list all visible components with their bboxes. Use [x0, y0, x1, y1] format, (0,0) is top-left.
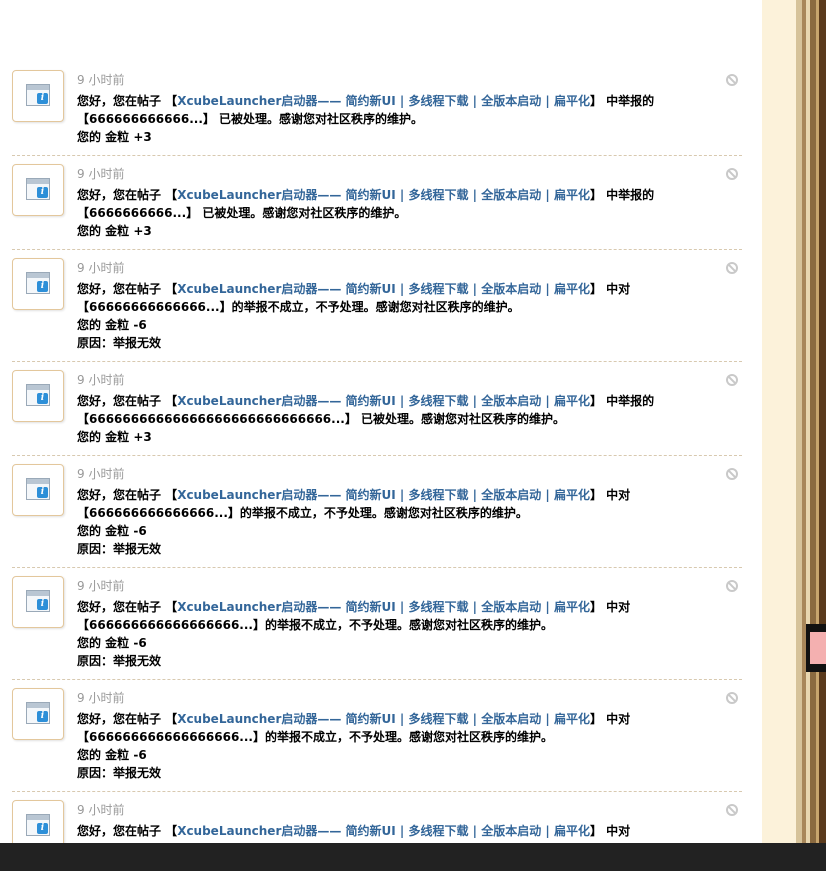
notice-suffix: 】 中对 — [589, 488, 631, 502]
notice-suffix: 】 中举报的 — [589, 94, 655, 108]
system-notice-icon: i — [12, 688, 64, 740]
notice-prefix: 您好，您在帖子 【 — [77, 188, 178, 202]
notice-content: 您好，您在帖子 【XcubeLauncher启动器—— 简约新UI | 多线程下… — [77, 186, 687, 240]
notice-time: 9 小时前 — [77, 261, 125, 275]
notice-item: i 9 小时前您好，您在帖子 【XcubeLauncher启动器—— 简约新UI … — [12, 362, 742, 456]
notice-item: i 9 小时前您好，您在帖子 【XcubeLauncher启动器—— 简约新UI … — [12, 680, 742, 792]
notice-line: 【6666666666...】 已被处理。感谢您对社区秩序的维护。 — [77, 206, 407, 220]
notice-suffix: 】 中对 — [589, 712, 631, 726]
notice-line: 您的 金粒 -6 — [77, 524, 147, 538]
system-notice-icon: i — [12, 164, 64, 216]
notice-suffix: 】 中举报的 — [589, 394, 655, 408]
delete-notice-icon[interactable] — [726, 374, 738, 386]
delete-notice-icon[interactable] — [726, 580, 738, 592]
thread-link[interactable]: XcubeLauncher启动器—— 简约新UI | 多线程下载 | 全版本启动… — [177, 824, 590, 838]
notice-line: 【666666666666666666...】的举报不成立，不予处理。感谢您对社… — [77, 730, 553, 744]
system-notice-icon: i — [12, 576, 64, 628]
notice-suffix: 】 中举报的 — [589, 188, 655, 202]
notice-prefix: 您好，您在帖子 【 — [77, 712, 178, 726]
delete-notice-icon[interactable] — [726, 262, 738, 274]
side-floating-widget[interactable] — [806, 624, 826, 672]
notice-line: 原因：举报无效 — [77, 766, 162, 780]
notice-content: 您好，您在帖子 【XcubeLauncher启动器—— 简约新UI | 多线程下… — [77, 598, 687, 670]
notice-time: 9 小时前 — [77, 73, 125, 87]
notice-line: 您好，您在帖子 【XcubeLauncher启动器—— 简约新UI | 多线程下… — [77, 710, 687, 728]
thread-link[interactable]: XcubeLauncher启动器—— 简约新UI | 多线程下载 | 全版本启动… — [177, 712, 590, 726]
notice-line: 您好，您在帖子 【XcubeLauncher启动器—— 简约新UI | 多线程下… — [77, 486, 687, 504]
notice-line: 您好，您在帖子 【XcubeLauncher启动器—— 简约新UI | 多线程下… — [77, 186, 687, 204]
thread-link[interactable]: XcubeLauncher启动器—— 简约新UI | 多线程下载 | 全版本启动… — [177, 94, 590, 108]
system-notice-icon: i — [12, 258, 64, 310]
thread-link[interactable]: XcubeLauncher启动器—— 简约新UI | 多线程下载 | 全版本启动… — [177, 282, 590, 296]
page-border-decoration — [796, 0, 826, 843]
thread-link[interactable]: XcubeLauncher启动器—— 简约新UI | 多线程下载 | 全版本启动… — [177, 488, 590, 502]
notice-prefix: 您好，您在帖子 【 — [77, 394, 178, 408]
notice-suffix: 】 中对 — [589, 600, 631, 614]
notice-line: 您好，您在帖子 【XcubeLauncher启动器—— 简约新UI | 多线程下… — [77, 280, 687, 298]
notice-content: 您好，您在帖子 【XcubeLauncher启动器—— 简约新UI | 多线程下… — [77, 710, 687, 782]
notice-item: i 9 小时前您好，您在帖子 【XcubeLauncher启动器—— 简约新UI … — [12, 456, 742, 568]
notice-suffix: 】 中对 — [589, 824, 631, 838]
notice-line: 【666666666666...】 已被处理。感谢您对社区秩序的维护。 — [77, 112, 424, 126]
notice-prefix: 您好，您在帖子 【 — [77, 824, 178, 838]
notice-time: 9 小时前 — [77, 803, 125, 817]
notice-item: i 9 小时前您好，您在帖子 【XcubeLauncher启动器—— 简约新UI … — [12, 250, 742, 362]
notice-time: 9 小时前 — [77, 467, 125, 481]
notice-time: 9 小时前 — [77, 691, 125, 705]
notice-line: 原因：举报无效 — [77, 542, 162, 556]
notice-line: 您的 金粒 -6 — [77, 748, 147, 762]
notice-line: 您的 金粒 +3 — [77, 130, 152, 144]
notice-content: 您好，您在帖子 【XcubeLauncher启动器—— 简约新UI | 多线程下… — [77, 392, 687, 446]
notice-line: 原因：举报无效 — [77, 336, 162, 350]
thread-link[interactable]: XcubeLauncher启动器—— 简约新UI | 多线程下载 | 全版本启动… — [177, 600, 590, 614]
notice-content: 您好，您在帖子 【XcubeLauncher启动器—— 简约新UI | 多线程下… — [77, 822, 687, 840]
notice-content: 您好，您在帖子 【XcubeLauncher启动器—— 简约新UI | 多线程下… — [77, 92, 687, 146]
notice-line: 您好，您在帖子 【XcubeLauncher启动器—— 简约新UI | 多线程下… — [77, 822, 687, 840]
notice-line: 【66666666666666666666666666666...】 已被处理。… — [77, 412, 565, 426]
notice-time: 9 小时前 — [77, 373, 125, 387]
notice-prefix: 您好，您在帖子 【 — [77, 488, 178, 502]
notice-prefix: 您好，您在帖子 【 — [77, 94, 178, 108]
bottom-bar — [0, 843, 826, 871]
notice-line: 【666666666666666...】的举报不成立，不予处理。感谢您对社区秩序… — [77, 506, 528, 520]
thread-link[interactable]: XcubeLauncher启动器—— 简约新UI | 多线程下载 | 全版本启动… — [177, 188, 590, 202]
system-notice-icon: i — [12, 370, 64, 422]
notice-line: 您的 金粒 -6 — [77, 636, 147, 650]
delete-notice-icon[interactable] — [726, 468, 738, 480]
notice-line: 您好，您在帖子 【XcubeLauncher启动器—— 简约新UI | 多线程下… — [77, 392, 687, 410]
delete-notice-icon[interactable] — [726, 804, 738, 816]
delete-notice-icon[interactable] — [726, 168, 738, 180]
system-notice-icon: i — [12, 800, 64, 843]
notice-line: 您好，您在帖子 【XcubeLauncher启动器—— 简约新UI | 多线程下… — [77, 598, 687, 616]
notice-line: 您好，您在帖子 【XcubeLauncher启动器—— 简约新UI | 多线程下… — [77, 92, 687, 110]
notice-time: 9 小时前 — [77, 167, 125, 181]
system-notice-icon: i — [12, 70, 64, 122]
notice-line: 您的 金粒 +3 — [77, 430, 152, 444]
notice-content: 您好，您在帖子 【XcubeLauncher启动器—— 简约新UI | 多线程下… — [77, 486, 687, 558]
notice-line: 您的 金粒 +3 — [77, 224, 152, 238]
system-notice-icon: i — [12, 464, 64, 516]
notice-list: i您好，您在帖子 【XcubeLauncher启动器—— 简约新UI | 多线程… — [0, 0, 762, 843]
notice-suffix: 】 中对 — [589, 282, 631, 296]
notice-content: 您好，您在帖子 【XcubeLauncher启动器—— 简约新UI | 多线程下… — [77, 280, 687, 352]
notice-prefix: 您好，您在帖子 【 — [77, 282, 178, 296]
notice-line: 【66666666666666...】的举报不成立，不予处理。感谢您对社区秩序的… — [77, 300, 520, 314]
delete-notice-icon[interactable] — [726, 692, 738, 704]
notice-item: i 9 小时前您好，您在帖子 【XcubeLauncher启动器—— 简约新UI … — [12, 568, 742, 680]
notice-line: 您的 金粒 -6 — [77, 318, 147, 332]
notice-item: i 9 小时前您好，您在帖子 【XcubeLauncher启动器—— 简约新UI … — [12, 62, 742, 156]
notice-time: 9 小时前 — [77, 579, 125, 593]
notice-item: i 9 小时前您好，您在帖子 【XcubeLauncher启动器—— 简约新UI … — [12, 156, 742, 250]
thread-link[interactable]: XcubeLauncher启动器—— 简约新UI | 多线程下载 | 全版本启动… — [177, 394, 590, 408]
delete-notice-icon[interactable] — [726, 74, 738, 86]
notice-line: 原因：举报无效 — [77, 654, 162, 668]
notice-prefix: 您好，您在帖子 【 — [77, 600, 178, 614]
notice-line: 【666666666666666666...】的举报不成立，不予处理。感谢您对社… — [77, 618, 553, 632]
notice-item: i 9 小时前您好，您在帖子 【XcubeLauncher启动器—— 简约新UI … — [12, 792, 742, 843]
